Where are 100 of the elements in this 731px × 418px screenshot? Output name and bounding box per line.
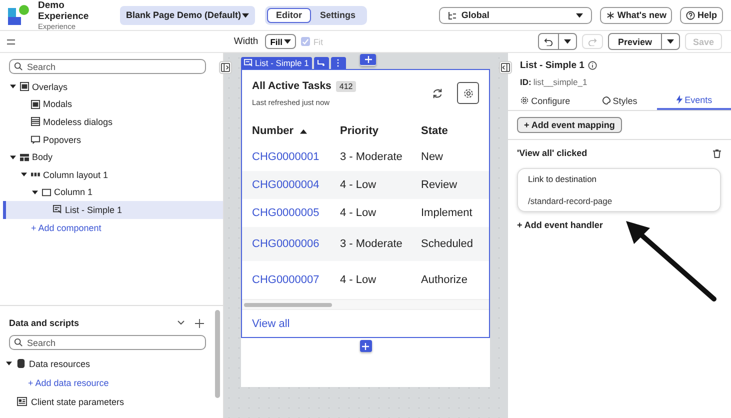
collapse-panel-icon[interactable] xyxy=(499,61,512,74)
table-cell: Implement xyxy=(421,207,472,219)
tree-item[interactable]: Popovers xyxy=(43,134,82,145)
column-header[interactable]: Priority xyxy=(340,125,421,137)
record-link[interactable]: CHG0000005 xyxy=(252,207,340,219)
component-tab[interactable]: List - Simple 1 xyxy=(241,57,312,69)
parameters-icon xyxy=(17,397,27,406)
scrollbar[interactable] xyxy=(244,302,332,306)
column-header[interactable]: Number xyxy=(252,125,340,137)
table-cell: New xyxy=(421,151,444,163)
scope-select[interactable]: Global xyxy=(439,6,592,24)
menu-icon[interactable] xyxy=(7,38,15,44)
inspector-tab[interactable]: Configure xyxy=(508,91,582,110)
settings-button[interactable] xyxy=(457,82,479,104)
caret-icon[interactable] xyxy=(6,361,12,366)
settings-icon xyxy=(462,88,474,98)
tree-item[interactable]: Data resources xyxy=(29,358,90,368)
plus-icon[interactable] xyxy=(195,318,204,328)
caret-icon xyxy=(564,39,571,44)
add-button[interactable] xyxy=(360,54,376,66)
connector-icon xyxy=(317,60,326,66)
undo-icon xyxy=(544,37,553,46)
info-icon[interactable] xyxy=(588,61,598,70)
chevron-icon[interactable] xyxy=(177,320,185,326)
table-cell: Review xyxy=(421,179,458,191)
search-field[interactable]: Search xyxy=(9,59,206,74)
search-icon xyxy=(14,62,23,71)
table-cell-text: 3 - Moderate xyxy=(340,238,404,250)
page-selector[interactable]: Blank Page Demo (Default) xyxy=(120,6,256,24)
mode-tab[interactable]: Editor xyxy=(267,8,312,22)
add-button[interactable] xyxy=(360,340,372,352)
table-cell-text: 4 - Low xyxy=(340,179,378,191)
scrollbar[interactable] xyxy=(215,310,220,398)
add-data-resource-link[interactable]: + Add data resource xyxy=(28,378,109,388)
columns-icon xyxy=(31,170,40,180)
search-field[interactable]: Search xyxy=(9,335,206,350)
component-title: List - Simple 1 xyxy=(520,60,584,71)
table-cell-text: 4 - Low xyxy=(340,274,378,286)
tree-item[interactable]: Overlays xyxy=(32,82,68,92)
handler-title: Link to destination xyxy=(528,174,598,184)
help-icon xyxy=(686,10,696,20)
table-cell: Scheduled xyxy=(421,238,473,250)
plus-icon xyxy=(364,56,372,63)
database-icon xyxy=(17,359,25,368)
inspector-tab[interactable]: Events xyxy=(656,91,731,110)
column-header[interactable]: State xyxy=(421,125,448,137)
search-icon xyxy=(14,338,23,347)
caret-icon[interactable] xyxy=(10,154,16,160)
help-button[interactable]: Help xyxy=(680,6,723,24)
tree-item[interactable]: Modals xyxy=(43,99,72,110)
record-link[interactable]: CHG0000004 xyxy=(252,179,340,191)
caret-icon[interactable] xyxy=(10,84,16,90)
list-icon xyxy=(244,59,253,67)
table-cell: Authorize xyxy=(421,274,468,286)
event-title: 'View all' clicked xyxy=(517,148,588,158)
plus-icon xyxy=(362,342,369,350)
record-link[interactable]: CHG0000007 xyxy=(252,274,340,286)
more-options-button[interactable] xyxy=(330,57,346,69)
list-title: All Active Tasks xyxy=(252,80,332,92)
caret-icon xyxy=(284,39,292,44)
connector-button[interactable] xyxy=(314,57,329,69)
mode-tab[interactable]: Settings xyxy=(311,8,365,22)
app-title: Demo Experience xyxy=(38,0,90,22)
list-icon xyxy=(53,205,62,214)
more-icon xyxy=(337,59,340,67)
add-event-mapping-button[interactable]: + Add event mapping xyxy=(517,117,622,133)
add-event-handler-button[interactable]: + Add event handler xyxy=(517,220,603,230)
hierarchy-icon xyxy=(448,10,458,20)
count-badge: 412 xyxy=(336,80,356,92)
record-link[interactable]: CHG0000001 xyxy=(252,151,340,163)
settings-icon xyxy=(520,96,530,105)
logo-icon xyxy=(8,5,30,25)
table-cell-text: 3 - Moderate xyxy=(340,151,404,163)
collapse-panel-icon[interactable] xyxy=(219,61,232,74)
tree-item[interactable]: Column 1 xyxy=(54,187,93,198)
caret-icon[interactable] xyxy=(21,172,27,178)
refresh-icon[interactable] xyxy=(432,88,443,99)
dialog-icon xyxy=(31,117,40,126)
handler-value: /standard-record-page xyxy=(528,196,614,206)
id-value: list__simple_1 xyxy=(533,77,588,87)
caret-icon xyxy=(666,39,674,44)
whats-new-button[interactable]: What's new xyxy=(600,6,672,24)
tree-item[interactable]: List - Simple 1 xyxy=(65,204,122,215)
width-select[interactable]: Fill xyxy=(265,34,296,49)
record-link[interactable]: CHG0000006 xyxy=(252,238,340,250)
tree-item[interactable]: Column layout 1 xyxy=(43,170,108,180)
delete-icon[interactable] xyxy=(713,148,721,158)
tree-item[interactable]: Body xyxy=(32,152,53,162)
width-label: Width xyxy=(234,36,258,47)
popover-icon xyxy=(31,135,40,144)
caret-icon[interactable] xyxy=(32,190,38,195)
asterisk-icon xyxy=(606,10,616,20)
tree-item[interactable]: Modeless dialogs xyxy=(43,116,113,127)
event-handler-card[interactable]: Link to destination /standard-record-page xyxy=(517,168,721,212)
fit-label: Fit xyxy=(313,36,323,46)
inspector-tab[interactable]: Styles xyxy=(582,91,657,110)
add-component-link[interactable]: + Add component xyxy=(31,222,102,233)
view-all-link[interactable]: View all xyxy=(252,318,290,330)
caret-icon xyxy=(576,12,584,18)
tree-item[interactable]: Client state parameters xyxy=(31,396,124,406)
